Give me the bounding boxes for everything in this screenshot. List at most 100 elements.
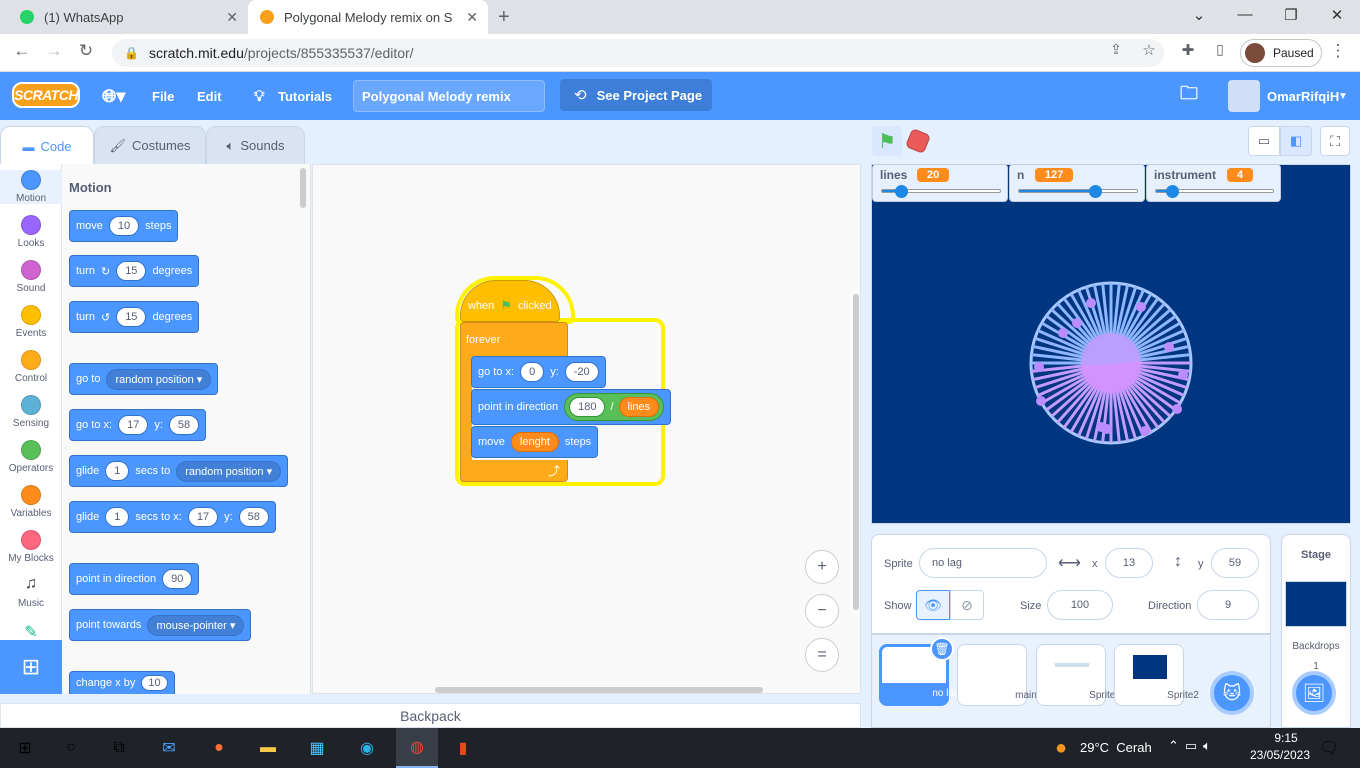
search-circle-icon[interactable]: ○ <box>58 736 84 760</box>
category-sensing[interactable]: Sensing <box>0 395 62 429</box>
minimize-icon[interactable]: — <box>1222 6 1268 23</box>
go-to-block[interactable]: go to random position ▾ <box>69 363 219 395</box>
edge-icon[interactable]: ◉ <box>354 736 380 760</box>
variable-monitor-n[interactable]: n 127 <box>1009 164 1145 202</box>
profile-button[interactable]: Paused <box>1240 39 1322 67</box>
project-title-input[interactable]: Polygonal Melody remix <box>353 80 545 112</box>
lenght-variable-reporter[interactable]: lenght <box>510 432 559 452</box>
point-in-direction-block[interactable]: point in direction 90 <box>69 563 200 595</box>
browser-tab-scratch[interactable]: Polygonal Melody remix on S ✕ <box>248 0 488 34</box>
size-input[interactable]: 100 <box>1047 590 1113 620</box>
notifications-icon[interactable]: 🗨︎ <box>1316 736 1342 760</box>
folder-icon[interactable]: 🗀 <box>1180 72 1198 120</box>
user-avatar[interactable] <box>1228 72 1260 120</box>
restore-icon[interactable]: ❐ <box>1268 6 1314 24</box>
turn-left-block[interactable]: turn ↺ 15 degrees <box>69 301 200 333</box>
stage-canvas[interactable] <box>871 164 1351 524</box>
degrees-input[interactable]: 15 <box>116 261 147 281</box>
x-input[interactable]: 17 <box>118 415 149 435</box>
fullscreen-icon[interactable]: ⛶ <box>1320 126 1350 156</box>
close-tab-icon[interactable]: ✕ <box>226 9 238 26</box>
office-icon[interactable]: ▮ <box>450 736 476 760</box>
go-to-xy-block[interactable]: go to x: 17 y: 58 <box>69 409 207 441</box>
y-input[interactable]: 58 <box>238 507 269 527</box>
chrome-icon[interactable]: ◍ <box>396 728 438 768</box>
sprite-thumbnail-sprite2[interactable]: Sprite2 <box>1114 644 1199 706</box>
sprite-name-input[interactable]: no lag <box>919 548 1047 578</box>
new-tab-button[interactable]: + <box>498 6 510 29</box>
browser-tab-whatsapp[interactable]: (1) WhatsApp ✕ <box>8 0 248 34</box>
chevron-down-icon[interactable]: ⌄ <box>1176 6 1222 24</box>
sprite-thumbnail-main[interactable]: main <box>957 644 1037 706</box>
category-control[interactable]: Control <box>0 350 62 384</box>
divide-operator-block[interactable]: 180 / lines <box>564 393 665 421</box>
monitor-slider[interactable] <box>1018 185 1138 198</box>
point-towards-block[interactable]: point towards mouse-pointer ▾ <box>69 609 252 641</box>
when-flag-clicked-block[interactable]: when ⚑ clicked <box>460 280 560 322</box>
clock-date[interactable]: 23/05/2023 <box>1244 748 1316 762</box>
tab-sounds[interactable]: 🔈︎ Sounds <box>206 126 305 164</box>
slider-knob[interactable] <box>894 185 908 198</box>
category-looks[interactable]: Looks <box>0 215 62 249</box>
slider-knob[interactable] <box>1166 185 1180 198</box>
username[interactable]: OmarRifqiH <box>1267 72 1339 120</box>
task-view-icon[interactable]: ⧉ <box>106 736 132 760</box>
backpack-bar[interactable]: Backpack <box>0 703 861 728</box>
close-window-icon[interactable]: ✕ <box>1314 6 1360 24</box>
tray-icons[interactable]: ⌃▭🔈︎ <box>1168 738 1217 754</box>
lines-variable-reporter[interactable]: lines <box>618 397 660 417</box>
delete-sprite-icon[interactable]: 🗑︎ <box>930 637 954 661</box>
add-backdrop-icon[interactable]: 🖼︎ <box>1292 671 1336 715</box>
zoom-reset-icon[interactable]: = <box>805 638 839 672</box>
target-dropdown[interactable]: random position ▾ <box>176 460 282 482</box>
category-events[interactable]: Events <box>0 305 62 339</box>
extensions-icon[interactable]: ✚ <box>1176 41 1200 59</box>
stop-icon[interactable] <box>904 127 932 155</box>
y-input[interactable]: 58 <box>168 415 200 435</box>
glide-to-xy-block[interactable]: glide 1 secs to x: 17 y: 58 <box>69 501 276 533</box>
slider-knob[interactable] <box>1088 185 1102 198</box>
point-in-direction-block[interactable]: point in direction 180 / lines <box>471 389 672 425</box>
url-field[interactable]: 🔒 scratch.mit.edu/projects/855335537/edi… <box>112 39 1164 67</box>
x-input[interactable]: 0 <box>520 362 545 382</box>
language-globe-icon[interactable]: 🌐︎▾ <box>102 72 125 120</box>
turn-right-block[interactable]: turn ↻ 15 degrees <box>69 255 200 287</box>
tab-costumes[interactable]: 🖌︎ Costumes <box>94 126 206 164</box>
number-input[interactable]: 180 <box>569 397 606 417</box>
palette-scrollbar[interactable] <box>300 168 306 208</box>
firefox-icon[interactable]: ● <box>206 736 232 760</box>
glide-to-block[interactable]: glide 1 secs to random position ▾ <box>69 455 289 487</box>
hide-eye-icon[interactable]: ⊘ <box>950 590 984 620</box>
tutorials-button[interactable]: Tutorials <box>278 72 332 120</box>
steps-input[interactable]: 10 <box>108 216 140 236</box>
monitor-slider[interactable] <box>1155 185 1274 198</box>
category-my-blocks[interactable]: My Blocks <box>0 530 62 564</box>
file-explorer-icon[interactable]: ▬ <box>255 736 281 760</box>
stage-thumbnail[interactable] <box>1285 581 1347 627</box>
green-flag-icon[interactable]: ⚑ <box>872 126 902 156</box>
large-stage-icon[interactable]: ◧ <box>1280 126 1312 156</box>
chevron-down-icon[interactable]: ▼ <box>1338 72 1348 120</box>
category-operators[interactable]: Operators <box>0 440 62 474</box>
see-project-page-button[interactable]: ⟲ See Project Page <box>560 79 712 111</box>
x-position-input[interactable]: 13 <box>1105 548 1153 578</box>
y-position-input[interactable]: 59 <box>1211 548 1259 578</box>
show-eye-icon[interactable]: 👁︎ <box>916 590 950 620</box>
y-input[interactable]: -20 <box>564 362 599 382</box>
more-menu-icon[interactable]: ⋮ <box>1326 41 1350 61</box>
sprite-thumbnail-sprite1[interactable]: Sprite1 <box>1036 644 1121 706</box>
windows-start-icon[interactable]: ⊞ <box>12 736 38 760</box>
small-stage-icon[interactable]: ▭ <box>1248 126 1280 156</box>
degrees-input[interactable]: 15 <box>116 307 147 327</box>
target-dropdown[interactable]: random position ▾ <box>106 368 212 390</box>
back-icon[interactable]: ← <box>10 41 34 61</box>
category-variables[interactable]: Variables <box>0 485 62 519</box>
mail-icon[interactable]: ✉ <box>156 736 182 760</box>
zoom-out-icon[interactable]: − <box>805 594 839 628</box>
add-sprite-cat-icon[interactable]: 🐱︎ <box>1210 671 1254 715</box>
reload-icon[interactable]: ↻ <box>74 41 98 61</box>
change-x-block[interactable]: change x by 10 <box>69 671 175 694</box>
close-tab-icon[interactable]: ✕ <box>466 9 478 26</box>
monitor-slider[interactable] <box>881 185 1001 198</box>
file-menu[interactable]: File <box>152 72 174 120</box>
